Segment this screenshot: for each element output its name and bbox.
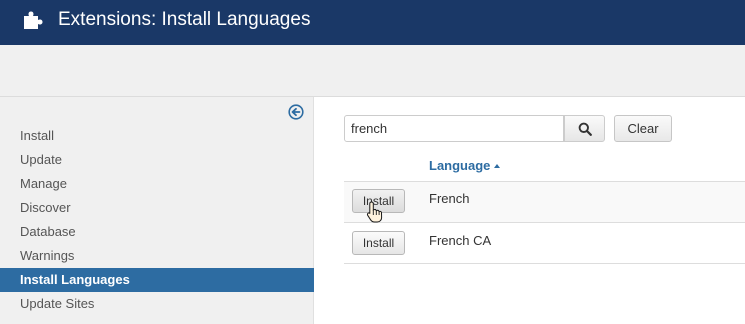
- sort-ascending-icon: [494, 164, 501, 168]
- sidebar-item-install[interactable]: Install: [0, 124, 314, 148]
- sidebar-item-update-sites[interactable]: Update Sites: [0, 292, 314, 316]
- sidebar-item-database[interactable]: Database: [0, 220, 314, 244]
- sidebar-item-warnings[interactable]: Warnings: [0, 244, 314, 268]
- search-input[interactable]: [344, 115, 564, 142]
- table-row: Install French CA: [344, 223, 745, 264]
- install-button[interactable]: Install: [352, 189, 405, 213]
- search-icon: [578, 122, 592, 136]
- page-title: Extensions: Install Languages: [58, 9, 311, 30]
- page-header: Extensions: Install Languages: [0, 0, 745, 45]
- language-name: French: [429, 191, 470, 206]
- collapse-left-icon[interactable]: [288, 104, 304, 120]
- language-name: French CA: [429, 233, 492, 248]
- column-header-language[interactable]: Language: [429, 158, 501, 173]
- sidebar-item-discover[interactable]: Discover: [0, 196, 314, 220]
- main-content: Clear Language Install French Install Fr…: [315, 97, 745, 324]
- sidebar: Install Update Manage Discover Database …: [0, 97, 314, 324]
- table-row: Install French: [344, 182, 745, 223]
- install-button[interactable]: Install: [352, 231, 405, 255]
- clear-button[interactable]: Clear: [614, 115, 672, 142]
- languages-table: Language Install French Install French C…: [344, 149, 745, 264]
- toolbar: [0, 45, 745, 97]
- table-header: Language: [344, 149, 745, 182]
- puzzle-icon: [24, 11, 43, 29]
- sidebar-item-install-languages[interactable]: Install Languages: [0, 268, 314, 292]
- sidebar-item-manage[interactable]: Manage: [0, 172, 314, 196]
- search-button[interactable]: [564, 115, 605, 142]
- column-header-language-label: Language: [429, 158, 491, 173]
- sidebar-item-update[interactable]: Update: [0, 148, 314, 172]
- sidebar-menu: Install Update Manage Discover Database …: [0, 124, 314, 316]
